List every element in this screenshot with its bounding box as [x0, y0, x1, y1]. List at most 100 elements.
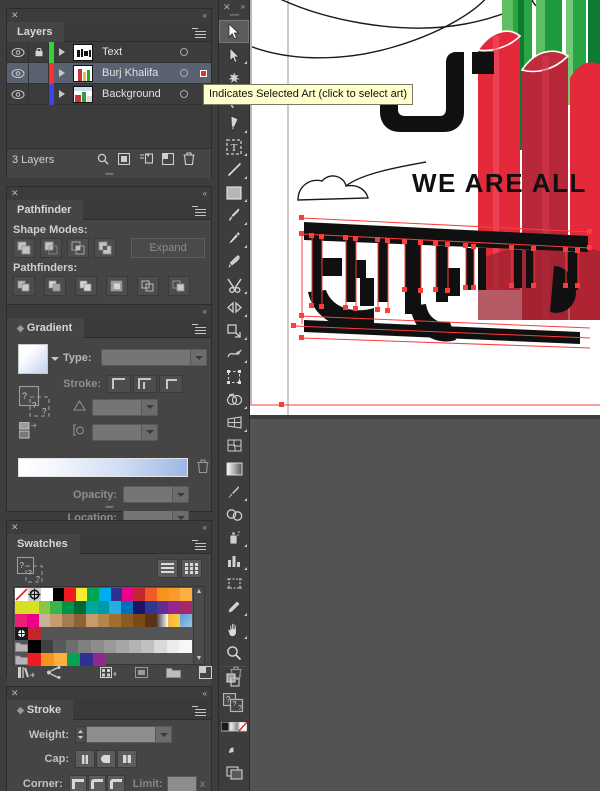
collapse-panel-icon[interactable]: « [203, 521, 207, 534]
symbol-sprayer-tool[interactable] [219, 526, 249, 549]
new-swatch-folder-icon[interactable] [166, 666, 181, 684]
swatch-color[interactable] [122, 588, 134, 601]
swatches-grid[interactable]: ▲ ▼ [13, 586, 205, 666]
layers-list[interactable]: Text Burj Khalifa Background [7, 41, 211, 149]
pen-tool[interactable] [219, 112, 249, 135]
document-canvas[interactable]: WE ARE ALL [250, 0, 600, 791]
swatch-color[interactable] [144, 601, 157, 614]
panel-resize-grip[interactable]: ▪▪▪▪▪ [7, 504, 211, 511]
eyedropper-tool[interactable] [219, 480, 249, 503]
direct-selection-tool[interactable] [219, 43, 249, 66]
swatch-color[interactable] [132, 614, 145, 627]
column-graph-tool[interactable] [219, 549, 249, 572]
expand-toolbar-icon[interactable]: » [241, 2, 245, 11]
fill-stroke-proxy[interactable]: ? ? ? [17, 557, 47, 588]
swatch-color[interactable] [128, 640, 142, 653]
swatch-color[interactable] [28, 627, 41, 640]
swatch-color[interactable] [110, 588, 123, 601]
chevron-down-icon[interactable] [51, 357, 59, 361]
swatch-color[interactable] [50, 614, 63, 627]
eraser-scissors-tool[interactable] [219, 273, 249, 296]
panel-menu-icon[interactable] [192, 204, 206, 216]
panel-menu-icon[interactable] [192, 538, 206, 550]
swatch-color[interactable] [62, 614, 74, 627]
merge-icon[interactable] [75, 276, 97, 296]
swatch-row[interactable] [15, 601, 192, 614]
swatch-group-folder-icon[interactable] [15, 640, 28, 653]
layer-row-background[interactable]: Background [7, 83, 211, 105]
swatch-gradient[interactable] [156, 614, 169, 627]
stroke-panel[interactable]: ✕ « ◆ Stroke Weight: Cap: Corner: Limit:… [6, 686, 212, 791]
width-warp-tool[interactable] [219, 342, 249, 365]
rotate-tool[interactable] [219, 296, 249, 319]
collapse-panel-icon[interactable]: « [203, 187, 207, 200]
swatch-color[interactable] [73, 614, 86, 627]
swatch-options-icon[interactable] [100, 666, 117, 684]
panel-menu-icon[interactable] [192, 704, 206, 716]
swatch-color[interactable] [145, 588, 158, 601]
gradient-angle-field[interactable] [92, 398, 158, 416]
delete-selection-icon[interactable] [183, 152, 195, 168]
swatch-color[interactable] [62, 601, 74, 614]
collapse-panel-icon[interactable]: « [203, 687, 207, 700]
screen-mode-icon[interactable] [219, 738, 249, 761]
visibility-toggle-icon[interactable] [7, 62, 29, 84]
swatch-color[interactable] [91, 640, 104, 653]
shape-builder-tool[interactable] [219, 388, 249, 411]
gradient-reverse-icon[interactable] [18, 421, 45, 445]
swatch-color[interactable] [38, 601, 51, 614]
minus-front-icon[interactable] [40, 238, 62, 258]
delete-gradient-stop-icon[interactable] [197, 459, 209, 478]
tab-pathfinder[interactable]: Pathfinder [7, 200, 84, 220]
collapse-panel-icon[interactable]: « [203, 9, 207, 22]
expand-button[interactable]: Expand [131, 238, 205, 258]
show-swatch-kinds-menu-icon[interactable] [46, 666, 61, 684]
list-view-icon[interactable] [157, 559, 178, 578]
pathfinders-row[interactable] [7, 276, 211, 296]
swatch-color[interactable] [97, 614, 110, 627]
layer-row-text[interactable]: Text [7, 41, 211, 63]
swatch-color[interactable] [180, 601, 192, 614]
round-join-icon[interactable] [87, 775, 106, 791]
scroll-up-arrow-icon[interactable]: ▲ [194, 587, 204, 597]
chevron-down-icon[interactable] [190, 350, 206, 365]
line-segment-tool[interactable] [219, 158, 249, 181]
swatch-color[interactable] [38, 614, 51, 627]
swatch-white[interactable] [41, 588, 53, 601]
artboard[interactable]: WE ARE ALL [250, 0, 600, 415]
free-transform-tool[interactable] [219, 365, 249, 388]
tools-panel-grip[interactable]: ▪▪▪▪▪▪ [219, 12, 249, 20]
layer-row-burj-khalifa[interactable]: Burj Khalifa [7, 62, 211, 84]
bevel-join-icon[interactable] [106, 775, 125, 791]
swatch-color[interactable] [85, 601, 98, 614]
pathfinder-panel[interactable]: ✕ « Pathfinder Shape Modes: Expand Pathf… [6, 186, 212, 309]
shape-modes-row[interactable]: Expand [7, 238, 211, 258]
swatch-color[interactable] [73, 601, 86, 614]
swatch-color[interactable] [64, 588, 76, 601]
tab-gradient[interactable]: ◆ Gradient [7, 318, 85, 338]
unite-icon[interactable] [13, 238, 35, 258]
blend-tool[interactable] [219, 503, 249, 526]
delete-swatch-icon[interactable] [230, 666, 242, 685]
visibility-toggle-icon[interactable] [7, 41, 29, 63]
gradient-fill-stroke-proxy[interactable]: ? ? ? [18, 385, 53, 423]
make-clipping-mask-icon[interactable] [117, 152, 131, 168]
target-indicator[interactable] [173, 48, 195, 56]
chevron-down-icon[interactable] [141, 399, 157, 415]
exclude-icon[interactable] [94, 238, 116, 258]
swatch-color[interactable] [168, 588, 181, 601]
scroll-down-arrow-icon[interactable]: ▼ [194, 654, 204, 664]
swatch-color[interactable] [15, 614, 27, 627]
swatch-color[interactable] [53, 640, 66, 653]
color-gradient-none-icon[interactable] [219, 715, 249, 738]
crop-icon[interactable] [106, 276, 128, 296]
new-color-group-icon[interactable] [135, 666, 148, 684]
swatch-color[interactable] [85, 614, 98, 627]
panel-resize-grip[interactable]: ▪▪▪▪▪ [7, 171, 211, 178]
rectangle-tool[interactable] [219, 181, 249, 204]
expand-layer-icon[interactable] [54, 63, 70, 84]
mesh-tool[interactable] [219, 434, 249, 457]
swatch-color[interactable] [28, 640, 41, 653]
visibility-toggle-icon[interactable] [7, 83, 29, 105]
slice-tool[interactable] [219, 595, 249, 618]
